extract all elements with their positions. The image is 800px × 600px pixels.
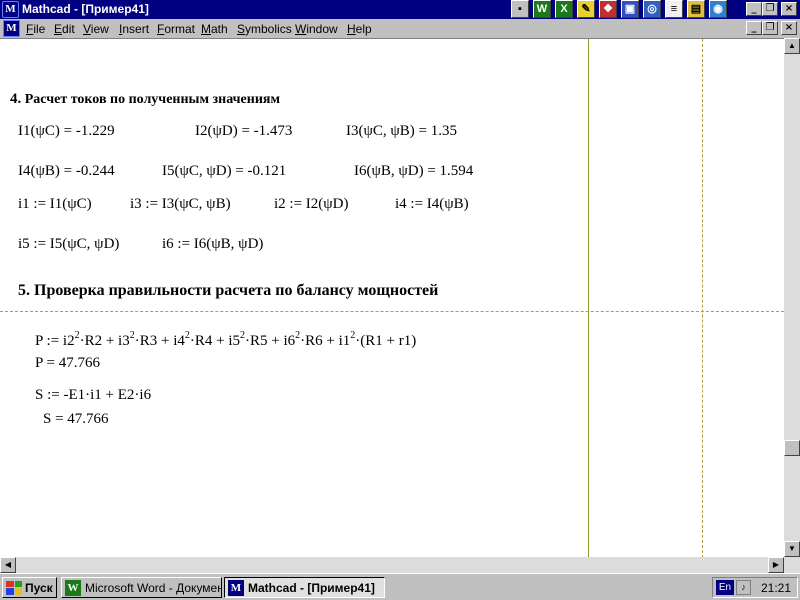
puzzle-icon[interactable]: ❖ xyxy=(599,0,617,18)
start-button[interactable]: Пуск xyxy=(2,577,57,598)
math-region-i2[interactable]: I2(ψD) = -1.473 xyxy=(195,123,292,140)
math-region-assign-i5[interactable]: i5 := I5(ψC, ψD) xyxy=(18,236,119,253)
windows-logo-icon xyxy=(6,580,22,595)
notepad-icon[interactable]: ≡ xyxy=(665,0,683,18)
math-region-assign-i1[interactable]: i1 := I1(ψC) xyxy=(18,196,92,213)
volume-icon[interactable]: ♪ xyxy=(736,580,751,595)
math-region-assign-i6[interactable]: i6 := I6(ψB, ψD) xyxy=(162,236,263,253)
math-region-i4[interactable]: I4(ψB) = -0.244 xyxy=(18,163,115,180)
mathcad-app-icon[interactable]: M xyxy=(2,1,19,18)
heading-text: Расчет токов по полученным значениям xyxy=(24,92,281,107)
power-term: ·(R1 + r1) xyxy=(355,333,417,349)
math-region-source-power-definition[interactable]: S := -E1·i1 + E2·i6 xyxy=(35,387,151,404)
language-indicator[interactable]: En xyxy=(716,580,734,595)
menu-math[interactable]: Math xyxy=(201,22,228,36)
start-label: Пуск xyxy=(25,580,53,595)
minimize-button[interactable]: _ xyxy=(746,2,762,16)
vertical-scrollbar[interactable]: ▲ ▼ xyxy=(784,38,800,557)
menu-view[interactable]: View xyxy=(83,22,109,36)
taskbar-button-word[interactable]: W Microsoft Word - Докумен... xyxy=(61,577,222,598)
document-icon[interactable]: M xyxy=(3,20,20,37)
scroll-up-arrow-icon[interactable]: ▲ xyxy=(784,38,800,54)
math-region-assign-i3[interactable]: i3 := I3(ψC, ψB) xyxy=(130,196,231,213)
restore-button[interactable]: ❐ xyxy=(762,2,778,16)
math-region-power-result[interactable]: P = 47.766 xyxy=(35,355,100,372)
menu-bar: M File Edit View Insert Format Math Symb… xyxy=(0,19,800,38)
image-icon[interactable]: ▣ xyxy=(621,0,639,18)
power-term: ·R3 + i4 xyxy=(134,333,185,349)
key-icon[interactable]: ✎ xyxy=(577,0,595,18)
menu-format[interactable]: Format xyxy=(157,22,195,36)
power-term: ·R2 + i3 xyxy=(79,333,130,349)
power-term: ·R6 + i1 xyxy=(300,333,351,349)
word-icon: W xyxy=(65,579,81,596)
doc-minimize-button[interactable]: _ xyxy=(746,21,762,35)
palette-icon[interactable]: ▪ xyxy=(511,0,529,18)
globe-icon[interactable]: ◉ xyxy=(709,0,727,18)
page-break-horizontal xyxy=(0,311,784,312)
horizontal-scrollbar[interactable]: ◀ ▶ xyxy=(0,557,800,573)
menu-help[interactable]: Help xyxy=(347,22,372,36)
heading-number: 4. xyxy=(10,91,22,107)
task-label: Microsoft Word - Докумен... xyxy=(85,580,222,595)
task-label: Mathcad - [Пример41] xyxy=(248,580,375,595)
section-heading-4[interactable]: 4. Расчет токов по полученным значениям xyxy=(10,91,280,108)
taskbar: Пуск W Microsoft Word - Докумен... M Mat… xyxy=(0,573,800,600)
taskbar-button-mathcad[interactable]: M Mathcad - [Пример41] xyxy=(224,577,385,598)
worksheet[interactable]: 4. Расчет токов по полученным значениям … xyxy=(0,38,784,557)
menu-edit[interactable]: Edit xyxy=(54,22,75,36)
doc-close-button[interactable]: × xyxy=(781,21,797,35)
math-region-power-definition[interactable]: P := i22·R2 + i32·R3 + i42·R4 + i52·R5 +… xyxy=(35,330,416,350)
menu-insert[interactable]: Insert xyxy=(119,22,149,36)
vertical-scroll-thumb[interactable] xyxy=(784,440,800,456)
math-region-i3[interactable]: I3(ψC, ψB) = 1.35 xyxy=(346,123,457,140)
math-region-i1[interactable]: I1(ψC) = -1.229 xyxy=(18,123,115,140)
scroll-right-arrow-icon[interactable]: ▶ xyxy=(768,557,784,573)
word-icon[interactable]: W xyxy=(533,0,551,18)
close-button[interactable]: × xyxy=(781,2,797,16)
menu-window[interactable]: Window xyxy=(295,22,338,36)
scroll-down-arrow-icon[interactable]: ▼ xyxy=(784,541,800,557)
page-margin-line xyxy=(588,39,589,557)
doc-restore-button[interactable]: ❐ xyxy=(762,21,778,35)
math-region-assign-i2[interactable]: i2 := I2(ψD) xyxy=(274,196,349,213)
excel-icon[interactable]: X xyxy=(555,0,573,18)
folder-icon[interactable]: ▤ xyxy=(687,0,705,18)
scroll-left-arrow-icon[interactable]: ◀ xyxy=(0,557,16,573)
clock[interactable]: 21:21 xyxy=(761,581,791,595)
power-term: P := i2 xyxy=(35,333,75,349)
math-region-assign-i4[interactable]: i4 := I4(ψB) xyxy=(395,196,469,213)
magnifier-icon[interactable]: ◎ xyxy=(643,0,661,18)
math-region-i6[interactable]: I6(ψB, ψD) = 1.594 xyxy=(354,163,473,180)
window-title: Mathcad - [Пример41] xyxy=(22,2,149,16)
quick-launch-toolbar: ▪ W X ✎ ❖ ▣ ◎ ≡ ▤ ◉ xyxy=(511,0,731,19)
mathcad-icon: M xyxy=(228,579,244,596)
section-heading-5[interactable]: 5. Проверка правильности расчета по бала… xyxy=(18,282,438,300)
power-term: ·R4 + i5 xyxy=(189,333,241,349)
system-tray: En ♪ 21:21 xyxy=(712,577,798,598)
page-break-vertical xyxy=(702,39,703,557)
title-bar: M Mathcad - [Пример41] ▪ W X ✎ ❖ ▣ ◎ ≡ ▤ ◉ _ ❐ × xyxy=(0,0,800,19)
math-region-i5[interactable]: I5(ψC, ψD) = -0.121 xyxy=(162,163,286,180)
math-region-source-power-result[interactable]: S = 47.766 xyxy=(43,411,109,428)
power-term: ·R5 + i6 xyxy=(245,333,296,349)
menu-symbolics[interactable]: Symbolics xyxy=(237,22,292,36)
menu-file[interactable]: File xyxy=(26,22,45,36)
